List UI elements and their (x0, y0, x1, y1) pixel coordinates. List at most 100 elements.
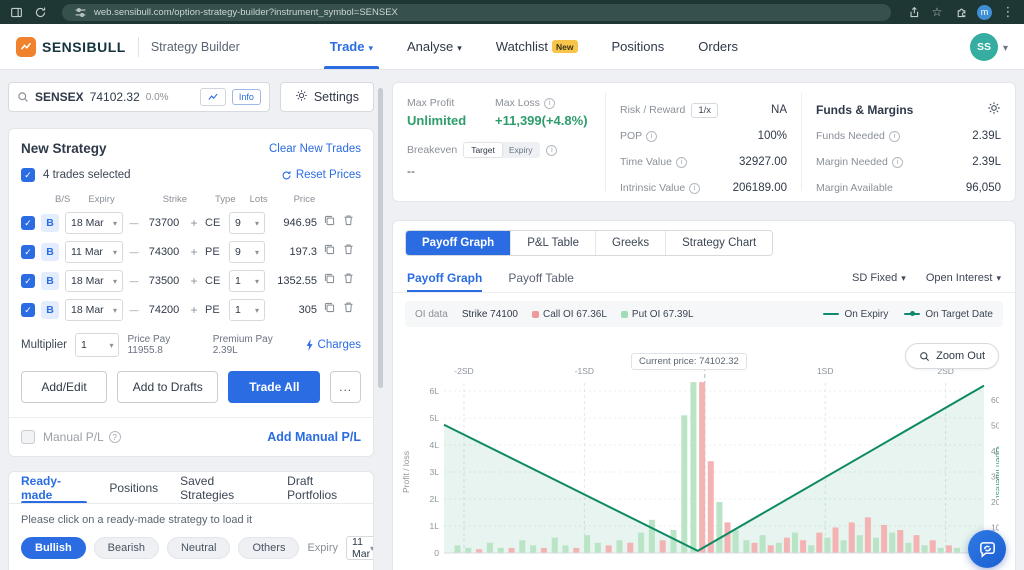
browser-profile-avatar[interactable]: m (977, 4, 992, 20)
payoff-chart-svg[interactable]: 01L2L3L4L5L6L10L20L30L40L50L60L-2SD-1SD1… (399, 337, 999, 570)
menu-dots-icon[interactable] (1000, 4, 1016, 20)
chart-icon[interactable] (199, 88, 226, 106)
row-checkbox[interactable] (21, 303, 35, 317)
expiry-select[interactable]: 18 Mar (65, 299, 123, 321)
nav-positions[interactable]: Positions (612, 24, 665, 69)
gear-icon[interactable] (987, 101, 1001, 120)
delete-icon[interactable] (342, 301, 355, 319)
strike-increase-button[interactable] (189, 216, 199, 230)
zoom-out-button[interactable]: Zoom Out (905, 343, 999, 369)
url-bar[interactable]: web.sensibull.com/option-strategy-builde… (62, 3, 891, 21)
clear-new-trades-link[interactable]: Clear New Trades (269, 143, 361, 155)
subtab-payoff-graph[interactable]: Payoff Graph (407, 263, 483, 292)
risk-reward-chip[interactable]: 1/x (691, 102, 719, 118)
nav-watchlist[interactable]: Watchlist New (496, 24, 578, 69)
strike-decrease-button[interactable] (129, 246, 139, 258)
left-scrollbar[interactable] (378, 88, 383, 388)
tab-greeks[interactable]: Greeks (596, 231, 667, 255)
expiry-select[interactable]: 11 Mar (65, 241, 123, 263)
add-edit-button[interactable]: Add/Edit (21, 371, 108, 403)
duplicate-icon[interactable] (323, 243, 336, 261)
nav-orders[interactable]: Orders (698, 24, 738, 69)
manual-pl-checkbox[interactable] (21, 430, 35, 444)
chip-bullish[interactable]: Bullish (21, 537, 86, 559)
tab-draft-portfolios[interactable]: Draft Portfolios (287, 472, 361, 503)
help-icon[interactable] (108, 431, 121, 443)
tab-pl-table[interactable]: P&L Table (511, 231, 597, 255)
duplicate-icon[interactable] (323, 301, 336, 319)
open-interest-dropdown[interactable]: Open Interest (926, 272, 1001, 284)
breakeven-toggle[interactable]: Target Expiry (463, 142, 541, 158)
delete-icon[interactable] (342, 272, 355, 290)
instrument-search-input[interactable]: SENSEX 74102.32 0.0% Info (8, 82, 270, 112)
user-avatar[interactable]: SS (969, 32, 998, 61)
duplicate-icon[interactable] (323, 214, 336, 232)
chip-bearish[interactable]: Bearish (93, 537, 159, 559)
more-options-button[interactable]: ... (330, 371, 361, 403)
buy-sell-badge[interactable]: B (41, 301, 59, 319)
info-icon[interactable] (646, 130, 658, 142)
reset-prices-link[interactable]: Reset Prices (281, 169, 361, 181)
add-to-drafts-button[interactable]: Add to Drafts (117, 371, 219, 403)
share-icon[interactable] (905, 4, 921, 20)
strike-decrease-button[interactable] (129, 275, 139, 287)
info-icon[interactable] (543, 97, 555, 109)
lots-select[interactable]: 1 (229, 270, 265, 292)
buy-sell-badge[interactable]: B (41, 272, 59, 290)
settings-button[interactable]: Settings (279, 82, 374, 112)
sd-dropdown[interactable]: SD Fixed (852, 272, 906, 284)
buy-sell-badge[interactable]: B (41, 243, 59, 261)
strike-increase-button[interactable] (189, 274, 199, 288)
row-checkbox[interactable] (21, 216, 35, 230)
refresh-icon[interactable] (32, 4, 48, 20)
nav-trade[interactable]: Trade (323, 24, 380, 69)
info-icon[interactable] (891, 156, 903, 168)
chip-neutral[interactable]: Neutral (166, 537, 231, 559)
chevron-down-icon (255, 217, 259, 229)
sensibull-logo-icon[interactable] (16, 36, 36, 57)
site-info-icon[interactable] (72, 4, 88, 20)
tab-ready-made[interactable]: Ready-made (21, 472, 88, 503)
lots-select[interactable]: 1 (229, 299, 265, 321)
info-icon[interactable] (689, 182, 701, 194)
delete-icon[interactable] (342, 214, 355, 232)
multiplier-select[interactable]: 1 (75, 333, 120, 357)
toggle-target[interactable]: Target (464, 143, 502, 157)
chat-fab-button[interactable] (968, 530, 1006, 568)
lots-select[interactable]: 9 (229, 212, 265, 234)
chip-others[interactable]: Others (238, 537, 300, 559)
tab-payoff-graph[interactable]: Payoff Graph (406, 231, 512, 255)
tab-strategy-chart[interactable]: Strategy Chart (666, 231, 773, 255)
buy-sell-badge[interactable]: B (41, 214, 59, 232)
expiry-select[interactable]: 18 Mar (65, 270, 123, 292)
expiry-select[interactable]: 18 Mar (65, 212, 123, 234)
info-button[interactable]: Info (231, 89, 261, 105)
tab-saved-strategies[interactable]: Saved Strategies (180, 472, 265, 503)
strike-increase-button[interactable] (189, 303, 199, 317)
duplicate-icon[interactable] (323, 272, 336, 290)
new-strategy-card: New Strategy Clear New Trades 4 trades s… (8, 128, 374, 457)
info-icon[interactable] (546, 144, 558, 156)
charges-link[interactable]: Charges (305, 339, 361, 351)
add-manual-pl-link[interactable]: Add Manual P/L (267, 430, 361, 444)
bookmark-star-icon[interactable] (929, 4, 945, 20)
subtab-payoff-table[interactable]: Payoff Table (508, 263, 574, 292)
info-icon[interactable] (888, 130, 900, 142)
strike-increase-button[interactable] (189, 245, 199, 259)
trade-all-button[interactable]: Trade All (228, 371, 321, 403)
info-icon[interactable] (675, 156, 687, 168)
expiry-filter-select[interactable]: 11 Mar (346, 536, 373, 560)
user-menu[interactable]: SS (969, 32, 1008, 61)
select-all-checkbox[interactable] (21, 168, 35, 182)
toggle-expiry[interactable]: Expiry (502, 143, 540, 157)
extensions-icon[interactable] (953, 4, 969, 20)
tab-positions[interactable]: Positions (109, 472, 158, 503)
nav-analyse[interactable]: Analyse (407, 24, 462, 69)
lots-select[interactable]: 9 (229, 241, 265, 263)
delete-icon[interactable] (342, 243, 355, 261)
row-checkbox[interactable] (21, 245, 35, 259)
strike-decrease-button[interactable] (129, 304, 139, 316)
strike-decrease-button[interactable] (129, 217, 139, 229)
row-checkbox[interactable] (21, 274, 35, 288)
side-panel-icon[interactable] (8, 4, 24, 20)
